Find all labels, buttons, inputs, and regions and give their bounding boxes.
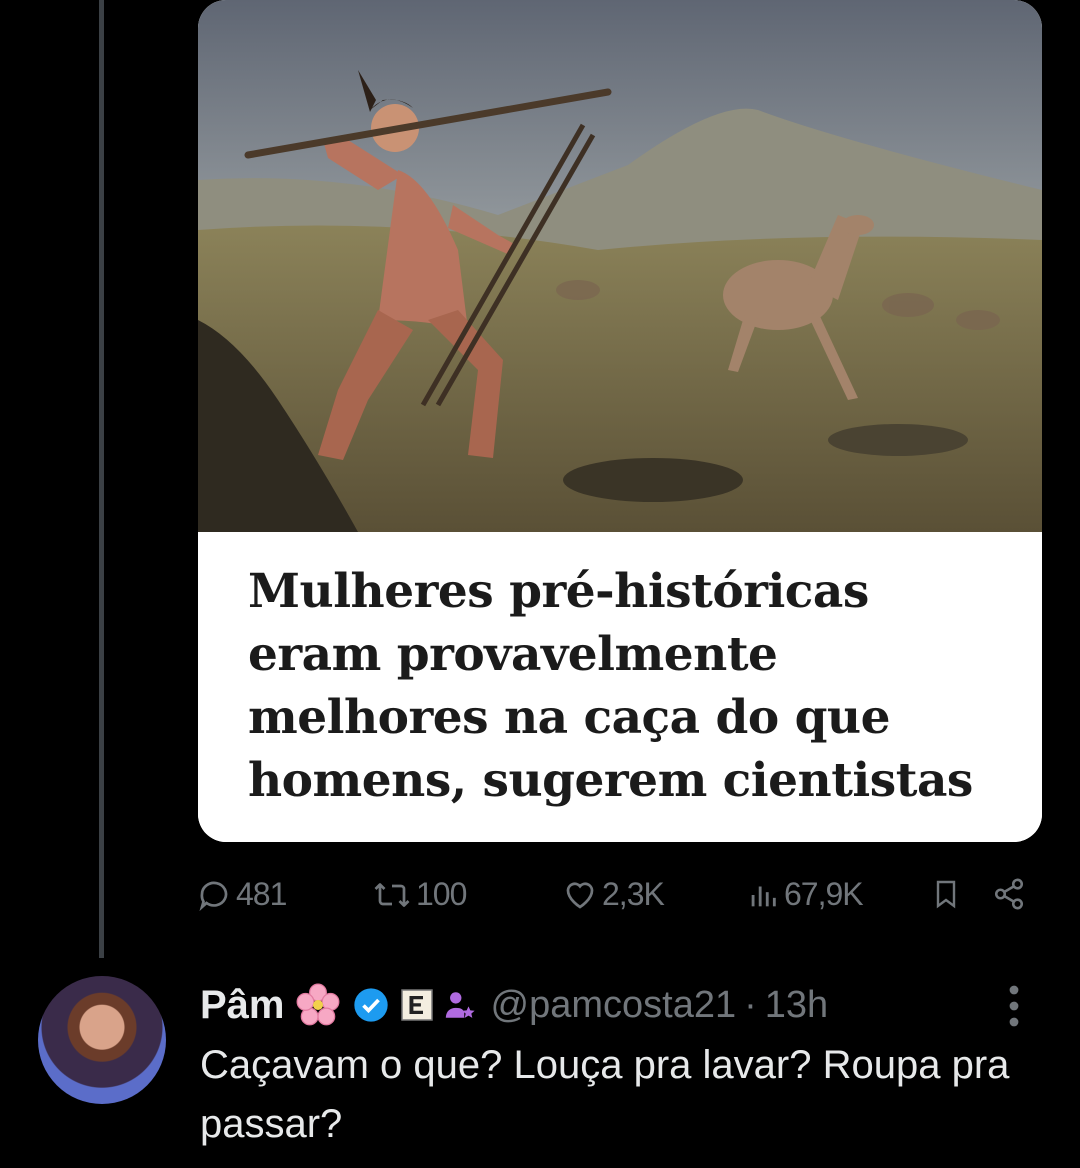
more-icon [1006,985,1022,1032]
separator-dot: · [744,983,757,1026]
reply-count: 481 [236,876,287,912]
reply-button[interactable]: 481 [196,876,287,913]
views-count: 67,9K [784,876,864,912]
repost-icon [372,877,412,913]
reply-handle[interactable]: @pamcosta21 [491,984,737,1027]
reply-avatar[interactable] [38,976,166,1104]
bookmark-button[interactable] [930,876,962,912]
verified-badge-icon[interactable] [351,985,391,1025]
thread-line [99,0,104,958]
views-button[interactable]: 67,9K [746,876,864,913]
article-card-text: Mulheres pré-históricas eram provavelmen… [198,532,1042,842]
like-button[interactable]: 2,3K [562,876,665,913]
reply-header: Pâm @pamcosta21 · 13h [200,978,828,1032]
share-button[interactable] [992,876,1026,912]
bookmark-icon [930,876,962,912]
tweet-actions: 481 100 2,3K 67,9K [196,868,1036,922]
affiliate-badge-icon[interactable] [399,987,435,1023]
article-image [198,0,1042,532]
person-star-icon [443,987,477,1023]
reply-display-name[interactable]: Pâm [200,983,285,1028]
like-count: 2,3K [602,876,665,912]
article-card[interactable]: Mulheres pré-históricas eram provavelmen… [198,0,1042,842]
views-icon [746,877,780,913]
reply-icon [196,877,232,913]
cherry-blossom-icon [293,980,343,1030]
share-icon [992,876,1026,912]
repost-count: 100 [416,876,467,912]
reply-text: Caçavam o que? Louça pra lavar? Roupa pr… [200,1043,1010,1146]
reply-timestamp[interactable]: 13h [765,984,828,1027]
like-icon [562,877,598,913]
repost-button[interactable]: 100 [372,876,467,913]
article-headline: Mulheres pré-históricas eram provavelmen… [248,564,973,808]
more-options-button[interactable] [1006,984,1022,1033]
